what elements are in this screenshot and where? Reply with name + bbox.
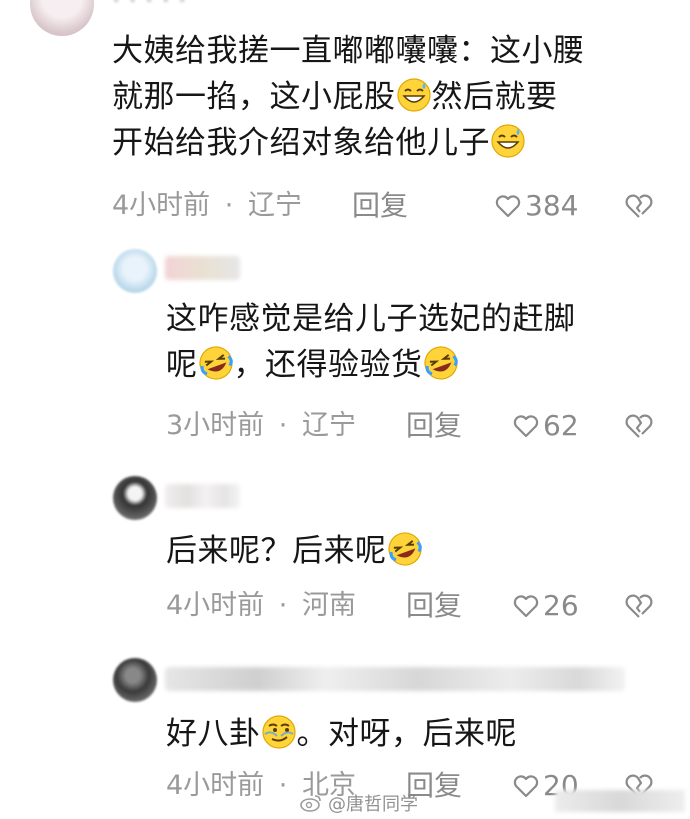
watermark-blurred bbox=[555, 790, 685, 812]
comment-meta: 4小时前 · 河南 bbox=[166, 588, 356, 624]
comment-line: 开始给我介绍对象给他儿子 bbox=[112, 120, 585, 166]
comment-line: 大姨给我搓一直嘟嘟囔囔：这小腰 bbox=[112, 33, 585, 69]
comment-line: 好八卦 。对呀，后来呢 bbox=[166, 715, 517, 752]
comment-line: 就那一掐，这小屁股 然后就要 bbox=[112, 78, 558, 115]
avatar[interactable] bbox=[113, 658, 157, 702]
username-blurred[interactable]: · · · · · bbox=[112, 0, 186, 16]
timestamp: 3小时前 bbox=[166, 410, 265, 441]
dislike-button[interactable] bbox=[625, 593, 653, 619]
comment-meta: 3小时前 · 辽宁 bbox=[166, 408, 356, 444]
username-blurred[interactable] bbox=[165, 484, 240, 508]
location: 辽宁 bbox=[247, 190, 302, 221]
like-count: 384 bbox=[525, 189, 579, 222]
comment-text: 好八卦 。对呀，后来呢 bbox=[166, 711, 517, 757]
avatar[interactable] bbox=[30, 0, 94, 36]
comment-item: · · · · · 大姨给我搓一直嘟嘟囔囔：这小腰 就那一掐，这小屁股 然后就要 … bbox=[0, 0, 690, 235]
username-blurred[interactable] bbox=[165, 256, 240, 280]
grin-sweat-emoji-icon bbox=[491, 124, 525, 158]
broken-heart-icon bbox=[625, 194, 653, 218]
like-button[interactable]: 26 bbox=[513, 588, 579, 624]
heart-outline-icon bbox=[513, 595, 539, 618]
dislike-button[interactable] bbox=[625, 193, 653, 219]
weibo-icon bbox=[300, 795, 321, 812]
like-count: 62 bbox=[543, 409, 579, 442]
rolling-laugh-emoji-icon bbox=[387, 532, 422, 566]
location: 辽宁 bbox=[301, 410, 356, 441]
watermark-text: @唐哲同学 bbox=[328, 794, 418, 815]
comment-line: 呢，还得验验货 bbox=[166, 342, 576, 388]
heart-outline-icon bbox=[513, 415, 539, 438]
timestamp: 4小时前 bbox=[166, 590, 265, 621]
comment-item: 这咋感觉是给儿子选妃的赶脚 呢，还得验验货 3小时前 · 辽宁 回复 62 bbox=[0, 240, 690, 455]
grin-sweat-emoji-icon bbox=[396, 78, 431, 112]
rolling-laugh-emoji-icon bbox=[423, 346, 458, 380]
avatar[interactable] bbox=[113, 476, 157, 520]
comment-text: 这咋感觉是给儿子选妃的赶脚 呢，还得验验货 bbox=[166, 296, 576, 388]
location: 河南 bbox=[301, 590, 356, 621]
rolling-laugh-emoji-icon bbox=[198, 346, 233, 380]
comment-meta: 4小时前 · 辽宁 bbox=[112, 188, 302, 224]
separator: · bbox=[278, 410, 288, 441]
comment-item: 后来呢？后来呢 4小时前 · 河南 回复 26 bbox=[0, 470, 690, 645]
like-count: 26 bbox=[543, 589, 579, 622]
broken-heart-icon bbox=[625, 594, 653, 618]
heart-outline-icon bbox=[495, 195, 521, 218]
smirk-emoji-icon bbox=[261, 715, 296, 749]
reply-button[interactable]: 回复 bbox=[406, 588, 462, 624]
timestamp: 4小时前 bbox=[166, 770, 265, 801]
watermark: @唐哲同学 bbox=[300, 790, 418, 816]
separator: · bbox=[278, 770, 288, 801]
comment-line: 这咋感觉是给儿子选妃的赶脚 bbox=[166, 301, 576, 337]
comment-text: 后来呢？后来呢 bbox=[166, 528, 423, 574]
separator: · bbox=[224, 190, 234, 221]
username-blurred[interactable] bbox=[165, 667, 625, 691]
avatar[interactable] bbox=[113, 249, 157, 293]
comment-text: 大姨给我搓一直嘟嘟囔囔：这小腰 就那一掐，这小屁股 然后就要 开始给我介绍对象给他… bbox=[112, 28, 585, 166]
dislike-button[interactable] bbox=[625, 413, 653, 439]
like-button[interactable]: 62 bbox=[513, 408, 579, 444]
separator: · bbox=[278, 590, 288, 621]
heart-outline-icon bbox=[513, 775, 539, 798]
reply-button[interactable]: 回复 bbox=[406, 408, 462, 444]
broken-heart-icon bbox=[625, 414, 653, 438]
timestamp: 4小时前 bbox=[112, 190, 211, 221]
reply-button[interactable]: 回复 bbox=[352, 188, 408, 224]
like-button[interactable]: 384 bbox=[495, 188, 578, 224]
comment-line: 后来呢？后来呢 bbox=[166, 528, 423, 574]
